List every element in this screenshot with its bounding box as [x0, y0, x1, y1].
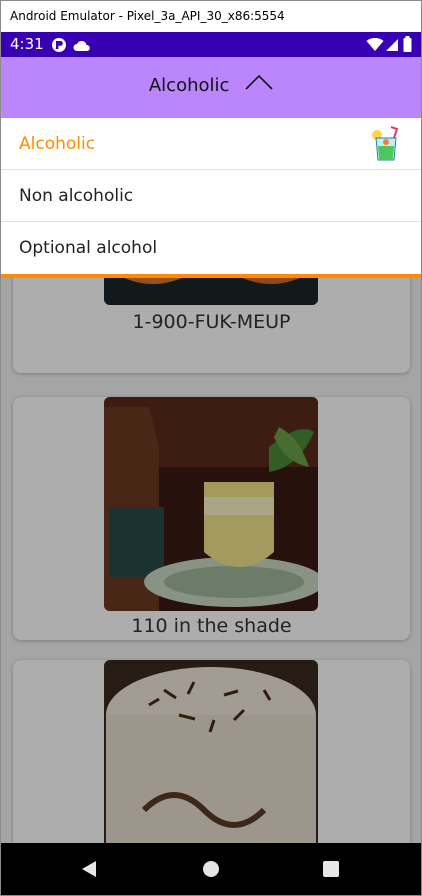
dropdown-item-non-alcoholic[interactable]: Non alcoholic	[1, 170, 421, 222]
drink-card[interactable]	[13, 660, 410, 843]
cloud-icon	[73, 39, 91, 57]
wifi-icon	[366, 37, 384, 57]
dropdown-item-label: Alcoholic	[19, 134, 96, 154]
app-bar: Alcoholic	[1, 57, 421, 118]
dropdown-item-optional-alcohol[interactable]: Optional alcohol	[1, 222, 421, 274]
back-icon[interactable]	[81, 860, 97, 883]
navigation-bar	[1, 843, 421, 895]
home-icon[interactable]	[202, 860, 220, 883]
cell-signal-icon	[385, 37, 399, 57]
drink-card[interactable]: 110 in the shade	[13, 397, 410, 640]
status-bar: 4:31	[1, 32, 421, 57]
status-time: 4:31	[10, 35, 44, 53]
recents-icon[interactable]	[323, 861, 339, 882]
battery-icon	[403, 36, 412, 57]
window-title: Android Emulator - Pixel_3a_API_30_x86:5…	[1, 1, 421, 32]
play-protect-icon	[51, 37, 67, 58]
drink-name: 1-900-FUK-MEUP	[132, 311, 291, 333]
category-picker[interactable]: Alcoholic	[1, 74, 421, 96]
dropdown-item-alcoholic[interactable]: Alcoholic	[1, 118, 421, 170]
drink-photo	[104, 660, 318, 843]
category-dropdown: Alcoholic Non alcoholic Optional alcohol	[1, 118, 421, 278]
drink-name: 110 in the shade	[131, 615, 292, 637]
selected-category-label: Alcoholic	[148, 75, 230, 96]
drink-photo	[104, 397, 318, 611]
dropdown-item-label: Non alcoholic	[19, 186, 134, 206]
dropdown-item-label: Optional alcohol	[19, 238, 158, 258]
chevron-up-icon[interactable]	[245, 74, 273, 95]
emulator-window: Android Emulator - Pixel_3a_API_30_x86:5…	[0, 0, 422, 896]
